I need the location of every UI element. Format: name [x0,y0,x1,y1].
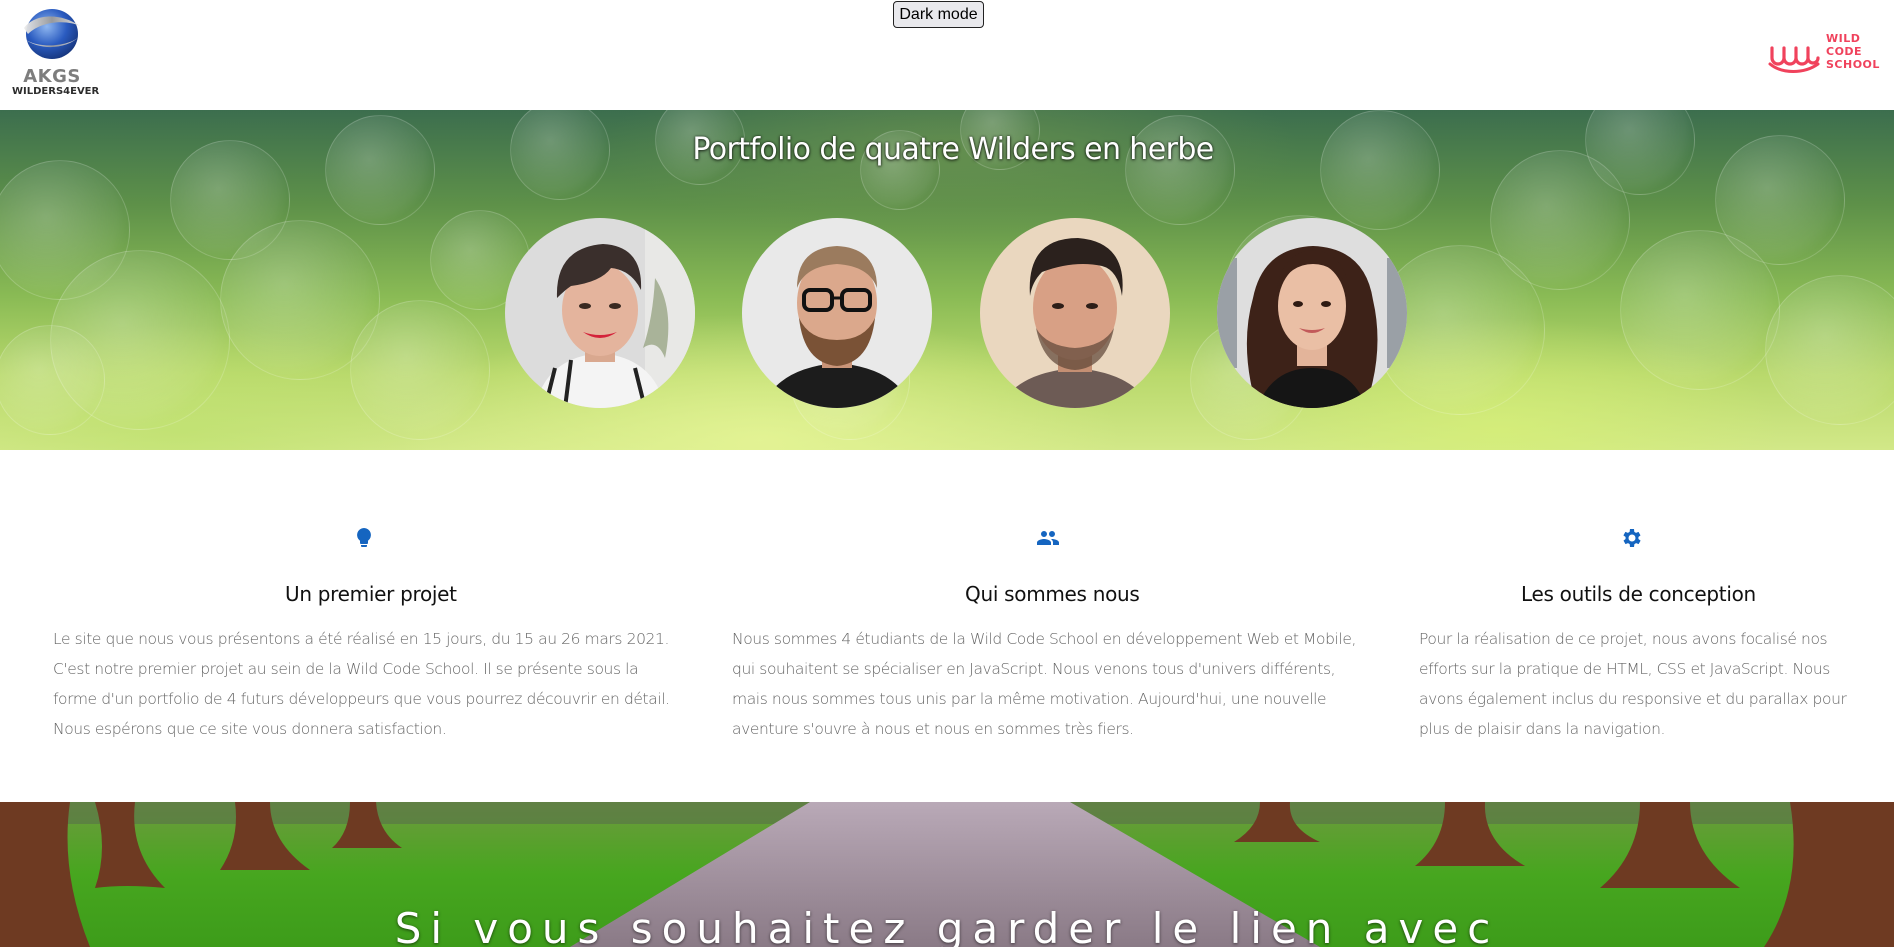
feature-text: Nous sommes 4 étudiants de la Wild Code … [732,630,1357,738]
wcs-wave-icon [1768,46,1820,73]
bokeh-circle [1320,110,1440,230]
avatar-wilder-3[interactable] [980,218,1170,408]
dark-mode-button[interactable]: Dark mode [893,1,984,28]
wild-code-school-logo[interactable]: WILD CODE SCHOOL [1768,32,1886,76]
portrait-image [980,218,1170,408]
wcs-word-2: CODE [1826,45,1863,58]
feature-text: Le site que nous vous présentons a été r… [53,630,670,738]
avatar-wilder-1[interactable] [505,218,695,408]
feature-title: Qui sommes nous [965,582,1140,606]
portrait-image [742,218,932,408]
avatar-wilder-4[interactable] [1217,218,1407,408]
park-path-banner: Si vous souhaitez garder le lien avec [0,802,1894,947]
wcs-word-3: SCHOOL [1826,58,1880,71]
people-icon [1037,531,1059,545]
path-section-title: Si vous souhaitez garder le lien avec [394,904,1500,947]
avatar-wilder-2[interactable] [742,218,932,408]
feature-title: Un premier projet [285,582,457,606]
akgs-logo[interactable]: AKGS WILDERS4EVER [12,6,100,101]
gear-icon [1623,529,1641,547]
hero-banner: Portfolio de quatre Wilders en herbe [0,110,1894,450]
avatar-row [0,218,1894,410]
lightbulb-icon [357,528,371,547]
hero-title: Portfolio de quatre Wilders en herbe [692,132,1214,167]
wcs-wordmark: WILD CODE SCHOOL [1826,32,1886,71]
akgs-tagline: WILDERS4EVER [12,86,100,97]
wcs-word-1: WILD [1826,32,1861,45]
site-header: AKGS WILDERS4EVER Dark mode WILD CODE SC… [0,0,1894,110]
portrait-image [1217,218,1407,408]
feature-title: Les outils de conception [1521,582,1756,606]
akgs-orb-icon [24,9,80,59]
features-section: Un premier projet Le site que nous vous … [0,450,1894,802]
portrait-image [505,218,695,408]
feature-text: Pour la réalisation de ce projet, nous a… [1419,630,1847,738]
akgs-brand-text: AKGS [23,66,81,87]
